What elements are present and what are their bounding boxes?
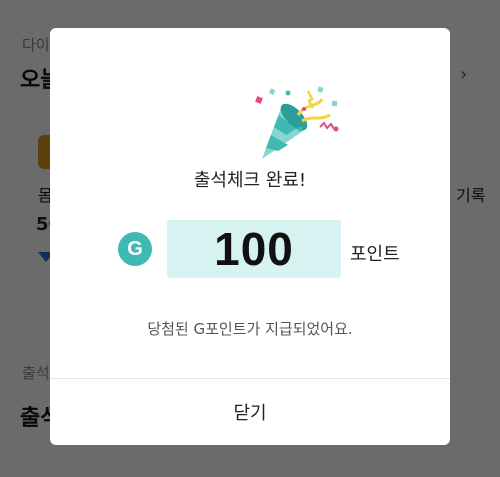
points-unit: 포인트 xyxy=(350,244,400,265)
g-point-badge-letter: G xyxy=(127,237,143,260)
attendance-complete-dialog: 출석체크 완료! G 100 포인트 당첨된 G포인트가 지급되었어요. 닫기 xyxy=(50,28,450,445)
party-popper-icon xyxy=(255,86,339,159)
close-button-label: 닫기 xyxy=(233,403,267,424)
points-amount-box: 100 xyxy=(167,220,341,278)
dialog-message: 당첨된 G포인트가 지급되었어요. xyxy=(147,320,353,338)
dialog-title: 출석체크 완료! xyxy=(193,170,307,191)
close-button[interactable]: 닫기 xyxy=(50,379,450,445)
points-value: 100 xyxy=(214,223,294,275)
g-point-icon: G xyxy=(118,232,152,266)
